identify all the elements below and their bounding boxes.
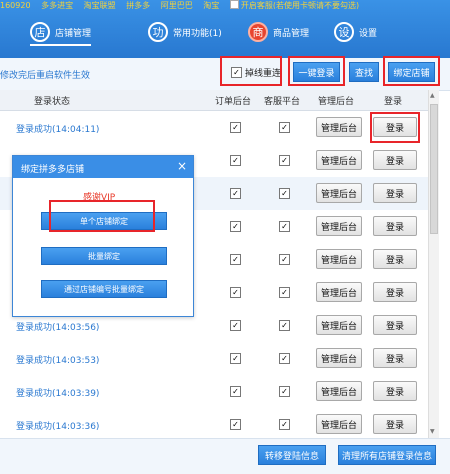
table-row: 登录成功(14:03:39) ✓ ✓ 管理后台 登录 (0, 375, 428, 409)
batch-bind-by-id-button[interactable]: 通过店铺编号批量绑定 (41, 280, 167, 298)
service-platform-checkbox[interactable]: ✓ (279, 419, 290, 430)
restart-hint: 修改完后重启软件生效 (0, 71, 91, 81)
login-button[interactable]: 登录 (373, 249, 417, 269)
shortcut-item[interactable]: 淘宝联盟 (84, 1, 116, 10)
admin-backend-button[interactable]: 管理后台 (316, 381, 362, 401)
shortcut-item[interactable]: 阿里巴巴 (161, 1, 193, 10)
service-platform-checkbox[interactable]: ✓ (279, 188, 290, 199)
login-button[interactable]: 登录 (373, 381, 417, 401)
shop-icon: 店 (30, 22, 50, 42)
service-platform-checkbox[interactable]: ✓ (279, 254, 290, 265)
dialog-title: 绑定拼多多店铺 (21, 165, 85, 175)
service-platform-checkbox[interactable]: ✓ (279, 320, 290, 331)
header-order-backend: 订单后台 (215, 97, 252, 107)
order-backend-checkbox[interactable]: ✓ (230, 386, 241, 397)
order-backend-checkbox[interactable]: ✓ (230, 221, 241, 232)
shortcut-item[interactable]: 160920 (0, 1, 31, 10)
shortcut-item[interactable]: 拼多多 (126, 1, 150, 10)
close-icon[interactable]: × (177, 159, 187, 173)
login-button[interactable]: 登录 (373, 150, 417, 170)
service-platform-checkbox[interactable]: ✓ (279, 353, 290, 364)
search-button[interactable]: 查找 (349, 62, 379, 82)
login-button[interactable]: 登录 (373, 216, 417, 236)
admin-backend-button[interactable]: 管理后台 (316, 117, 362, 137)
table-row: 登录成功(14:03:53) ✓ ✓ 管理后台 登录 (0, 342, 428, 376)
login-status: 登录成功(14:03:56) (16, 323, 100, 333)
header-login: 登录 (384, 97, 403, 107)
admin-backend-button[interactable]: 管理后台 (316, 150, 362, 170)
admin-backend-button[interactable]: 管理后台 (316, 414, 362, 434)
shortcut-item[interactable]: 淘宝 (203, 1, 219, 10)
service-platform-checkbox[interactable]: ✓ (279, 386, 290, 397)
order-backend-checkbox[interactable]: ✓ (230, 122, 241, 133)
login-button[interactable]: 登录 (373, 348, 417, 368)
nav-label: 商品管理 (273, 28, 310, 39)
table-header: 登录状态 订单后台 客服平台 管理后台 登录 (0, 90, 428, 111)
table-scrollbar[interactable]: ▲ ▼ (428, 90, 439, 438)
nav-label: 店铺管理 (55, 28, 92, 39)
bottom-bar: 转移登陆信息 清理所有店铺登录信息 (0, 438, 450, 474)
service-platform-checkbox[interactable]: ✓ (279, 287, 290, 298)
service-platform-checkbox[interactable]: ✓ (279, 155, 290, 166)
login-status: 登录成功(14:03:53) (16, 356, 100, 366)
login-button[interactable]: 登录 (373, 183, 417, 203)
login-button[interactable]: 登录 (373, 282, 417, 302)
highlight-one-click-login (288, 56, 345, 86)
order-backend-checkbox[interactable]: ✓ (230, 188, 241, 199)
shortcut-item[interactable]: 多多进宝 (41, 1, 73, 10)
admin-backend-button[interactable]: 管理后台 (316, 183, 362, 203)
order-backend-checkbox[interactable]: ✓ (230, 287, 241, 298)
nav-label: 设置 (359, 28, 378, 39)
admin-backend-button[interactable]: 管理后台 (316, 348, 362, 368)
open-service-option[interactable]: 开启客服(若使用卡顿请不要勾选) (229, 0, 367, 10)
highlight-bind-shop (383, 56, 440, 86)
scroll-thumb[interactable] (430, 104, 438, 234)
highlight-reconnect (220, 56, 282, 86)
login-button[interactable]: 登录 (373, 414, 417, 434)
login-status: 登录成功(14:04:11) (16, 125, 100, 135)
nav-common-functions[interactable]: 功 常用功能(1) (148, 22, 222, 42)
service-checkbox[interactable] (229, 0, 239, 9)
header-admin-backend: 管理后台 (318, 97, 355, 107)
product-icon: 商 (248, 22, 268, 42)
nav-settings[interactable]: 设 设置 (334, 22, 377, 42)
admin-backend-button[interactable]: 管理后台 (316, 249, 362, 269)
admin-backend-button[interactable]: 管理后台 (316, 216, 362, 236)
scroll-up-icon[interactable]: ▲ (430, 92, 435, 99)
order-backend-checkbox[interactable]: ✓ (230, 353, 241, 364)
function-icon: 功 (148, 22, 168, 42)
login-status: 登录成功(14:03:39) (16, 389, 100, 399)
order-backend-checkbox[interactable]: ✓ (230, 254, 241, 265)
nav-shop-management[interactable]: 店 店铺管理 (30, 22, 92, 46)
highlight-login-button (370, 112, 420, 143)
top-shortcut-strip: 160920 多多进宝 淘宝联盟 拼多多 阿里巴巴 淘宝 开启客服(若使用卡顿请… (0, 0, 450, 9)
header-bar: 160920 多多进宝 淘宝联盟 拼多多 阿里巴巴 淘宝 开启客服(若使用卡顿请… (0, 0, 450, 58)
batch-bind-button[interactable]: 批量绑定 (41, 247, 167, 265)
bind-shop-dialog: 绑定拼多多店铺 × 感谢VIP 单个店铺绑定 批量绑定 通过店铺编号批量绑定 (12, 155, 194, 317)
settings-icon: 设 (334, 22, 354, 42)
open-service-label: 开启客服(若使用卡顿请不要勾选) (240, 1, 360, 10)
header-login-status: 登录状态 (34, 97, 71, 107)
nav-product-management[interactable]: 商 商品管理 (248, 22, 309, 42)
service-platform-checkbox[interactable]: ✓ (279, 122, 290, 133)
login-button[interactable]: 登录 (373, 315, 417, 335)
highlight-single-bind (49, 200, 155, 232)
service-platform-checkbox[interactable]: ✓ (279, 221, 290, 232)
order-backend-checkbox[interactable]: ✓ (230, 419, 241, 430)
table-row: 登录成功(14:04:11) ✓ ✓ 管理后台 登录 (0, 111, 428, 145)
order-backend-checkbox[interactable]: ✓ (230, 155, 241, 166)
clear-login-info-button[interactable]: 清理所有店铺登录信息 (338, 445, 436, 465)
header-service-platform: 客服平台 (264, 97, 301, 107)
scroll-down-icon[interactable]: ▼ (430, 428, 435, 435)
login-status: 登录成功(14:03:36) (16, 422, 100, 432)
dialog-header: 绑定拼多多店铺 × (13, 156, 193, 178)
admin-backend-button[interactable]: 管理后台 (316, 282, 362, 302)
transfer-login-info-button[interactable]: 转移登陆信息 (258, 445, 326, 465)
nav-label: 常用功能(1) (173, 28, 222, 39)
admin-backend-button[interactable]: 管理后台 (316, 315, 362, 335)
order-backend-checkbox[interactable]: ✓ (230, 320, 241, 331)
table-row: 登录成功(14:03:36) ✓ ✓ 管理后台 登录 (0, 408, 428, 442)
